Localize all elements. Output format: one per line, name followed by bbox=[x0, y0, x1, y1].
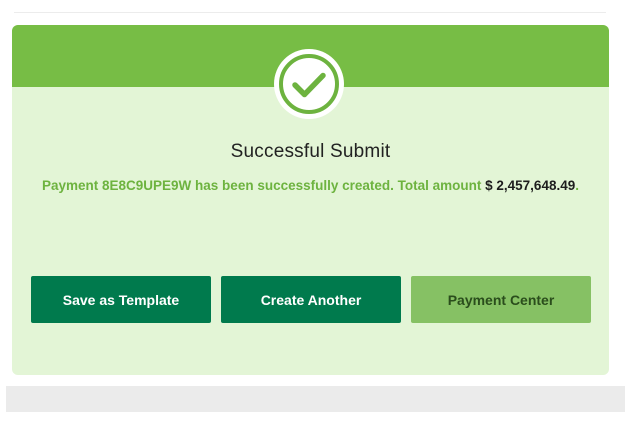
total-amount: $ 2,457,648.49 bbox=[485, 178, 576, 193]
save-as-template-button[interactable]: Save as Template bbox=[31, 276, 211, 323]
footer-strip bbox=[6, 386, 625, 412]
payment-center-button[interactable]: Payment Center bbox=[411, 276, 591, 323]
message-suffix: . bbox=[575, 178, 579, 193]
message-text: Payment 8E8C9UPE9W has been successfully… bbox=[41, 178, 486, 193]
success-message: Payment 8E8C9UPE9W has been successfully… bbox=[32, 176, 589, 195]
success-title: Successful Submit bbox=[230, 141, 391, 162]
check-circle-icon bbox=[274, 49, 344, 119]
top-divider bbox=[14, 12, 606, 13]
create-another-button[interactable]: Create Another bbox=[221, 276, 401, 323]
success-card: Successful Submit Payment 8E8C9UPE9W has… bbox=[12, 25, 609, 375]
